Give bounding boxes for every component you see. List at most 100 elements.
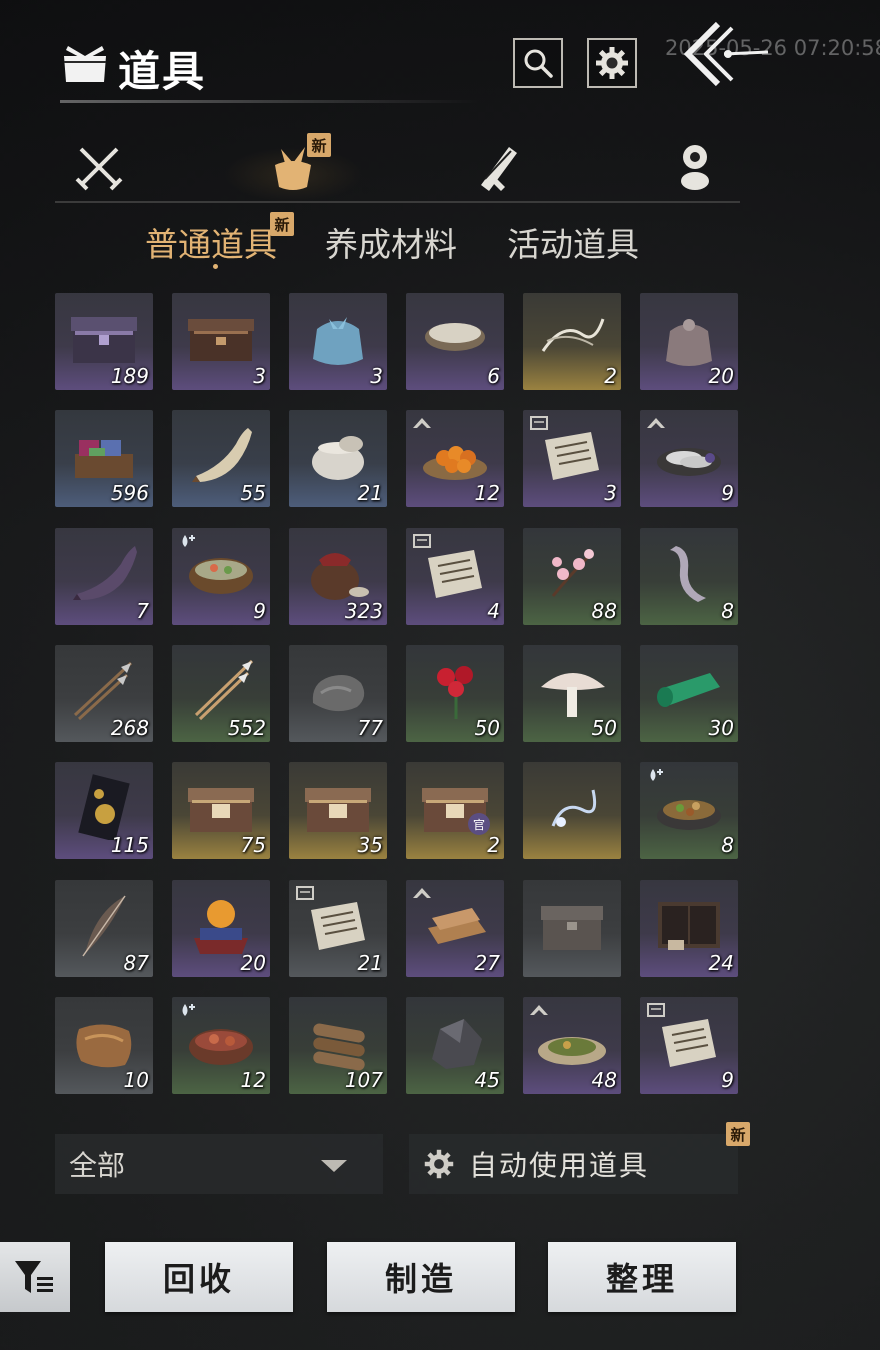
item-slot[interactable]: 9: [640, 997, 738, 1094]
item-count: 3: [253, 364, 266, 388]
craft-button[interactable]: 制造: [327, 1242, 515, 1312]
item-slot[interactable]: 3: [523, 410, 621, 507]
subtab-label: 普通道具: [145, 225, 277, 264]
wine-jar-icon: [311, 553, 369, 600]
wooden-chest-icon: [188, 319, 254, 361]
recipe-mark-icon: [647, 1003, 665, 1017]
arrange-button[interactable]: 整理: [548, 1242, 736, 1312]
recipe-mark-icon: [296, 886, 314, 900]
item-slot[interactable]: 12: [172, 997, 270, 1094]
subtab-label: 养成材料: [325, 225, 457, 264]
item-count: 12: [474, 481, 500, 505]
search-button[interactable]: [513, 38, 563, 88]
item-slot[interactable]: 323: [289, 528, 387, 625]
item-slot[interactable]: 21: [289, 880, 387, 977]
item-count: 50: [591, 716, 617, 740]
item-slot[interactable]: 10: [55, 997, 153, 1094]
token-icon: [681, 145, 709, 190]
item-count: 6: [487, 364, 500, 388]
level-up-mark-icon: [647, 418, 665, 428]
item-slot[interactable]: 7: [55, 528, 153, 625]
dark-horn-icon: [73, 546, 137, 600]
tab-equipment[interactable]: [69, 137, 129, 197]
item-slot[interactable]: 50: [523, 645, 621, 742]
item-slot[interactable]: 9: [172, 528, 270, 625]
subtab-common-items[interactable]: 普通道具: [145, 218, 277, 266]
item-slot[interactable]: 87: [55, 880, 153, 977]
treasure-chest-icon: [188, 788, 254, 832]
item-slot[interactable]: 268: [55, 645, 153, 742]
auto-use-button[interactable]: 自动使用道具 新: [409, 1122, 750, 1194]
item-count: 50: [474, 716, 500, 740]
item-count: 48: [591, 1068, 617, 1092]
page-title: 道具: [118, 47, 207, 96]
ore-icon: [432, 1019, 482, 1069]
item-slot[interactable]: [523, 762, 621, 859]
item-slot[interactable]: 9: [640, 410, 738, 507]
subtab-materials[interactable]: 养成材料: [325, 218, 457, 266]
item-slot[interactable]: 75: [172, 762, 270, 859]
item-slot[interactable]: 107: [289, 997, 387, 1094]
item-slot[interactable]: 55: [172, 410, 270, 507]
item-slot[interactable]: 50: [406, 645, 504, 742]
rice-bowl-icon: [425, 323, 485, 351]
gear-icon: [596, 47, 628, 79]
item-slot[interactable]: 30: [640, 645, 738, 742]
subtab-label: 活动道具: [507, 225, 639, 264]
item-count: 10: [123, 1068, 149, 1092]
subtab-event-items[interactable]: 活动道具: [507, 218, 639, 266]
item-slot[interactable]: 24: [640, 880, 738, 977]
mushroom-icon: [541, 673, 605, 717]
water-mark-icon: [182, 1004, 195, 1016]
item-slot[interactable]: 20: [172, 880, 270, 977]
arrows-icon: [73, 661, 133, 721]
back-arrow-icon: [683, 21, 769, 87]
item-slot[interactable]: 48: [523, 997, 621, 1094]
item-slot[interactable]: [523, 880, 621, 977]
back-button[interactable]: [680, 18, 770, 88]
recycle-button[interactable]: 回收: [105, 1242, 293, 1312]
new-badge: 新: [307, 133, 331, 157]
tab-scrolls[interactable]: [467, 137, 527, 197]
item-count: 75: [240, 833, 266, 857]
stone-icon: [312, 675, 365, 712]
item-slot[interactable]: 45: [406, 997, 504, 1094]
settings-button[interactable]: [587, 38, 637, 88]
item-slot[interactable]: 596: [55, 410, 153, 507]
auto-use-label: 自动使用道具: [469, 1149, 650, 1182]
item-slot[interactable]: 3: [172, 293, 270, 390]
item-count: 9: [721, 1068, 734, 1092]
sort-filter-button[interactable]: [0, 1242, 70, 1312]
item-slot[interactable]: 8: [640, 762, 738, 859]
item-slot[interactable]: 77: [289, 645, 387, 742]
item-count: 115: [110, 833, 149, 857]
item-count: 21: [357, 951, 383, 975]
item-slot[interactable]: 12: [406, 410, 504, 507]
item-slot[interactable]: 115: [55, 762, 153, 859]
water-mark-icon: [182, 535, 195, 547]
item-slot[interactable]: 20: [640, 293, 738, 390]
item-slot[interactable]: 6: [406, 293, 504, 390]
item-count: 596: [110, 481, 149, 505]
filter-dropdown[interactable]: 全部: [55, 1134, 383, 1194]
item-slot[interactable]: 3: [289, 293, 387, 390]
item-count: 8: [721, 599, 734, 623]
item-slot[interactable]: 552: [172, 645, 270, 742]
item-slot[interactable]: 4: [406, 528, 504, 625]
tab-items[interactable]: 新: [223, 133, 363, 202]
item-count: 2: [604, 364, 617, 388]
treasure-chest-icon: [305, 788, 371, 832]
item-count: 27: [474, 951, 500, 975]
item-slot[interactable]: 189: [55, 293, 153, 390]
item-slot[interactable]: 88: [523, 528, 621, 625]
item-slot[interactable]: 27: [406, 880, 504, 977]
recipe-mark-icon: [530, 416, 548, 430]
item-slot[interactable]: 35: [289, 762, 387, 859]
item-slot[interactable]: 官2: [406, 762, 504, 859]
item-slot[interactable]: 2: [523, 293, 621, 390]
item-slot[interactable]: 8: [640, 528, 738, 625]
item-count: 552: [227, 716, 266, 740]
item-slot[interactable]: 21: [289, 410, 387, 507]
tab-tokens[interactable]: [665, 137, 725, 197]
level-up-mark-icon: [413, 418, 431, 428]
